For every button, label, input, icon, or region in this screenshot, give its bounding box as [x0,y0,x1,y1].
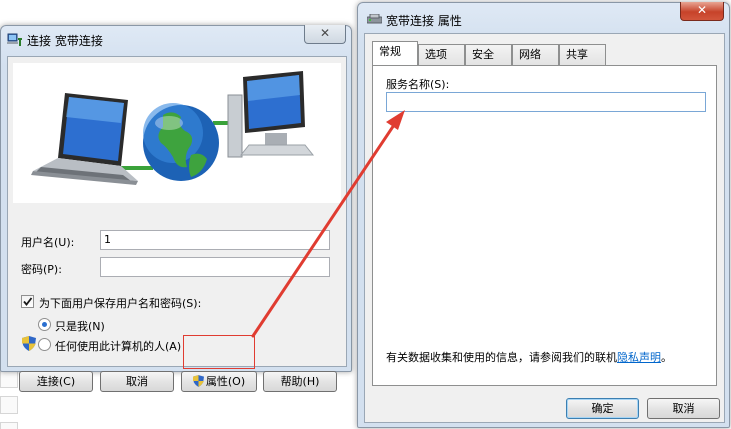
privacy-info-suffix: 。 [661,351,672,364]
username-value: 1 [104,233,111,246]
properties-dialog-body: 常规 选项 安全 网络 共享 服务名称(S): 有关数据收集和使用的信息，请参阅… [364,33,725,423]
privacy-statement-link[interactable]: 隐私声明 [617,351,661,364]
globe-icon [143,103,219,181]
connect-dialog: 连接 宽带连接 ✕ 用户名(U): 1 密码(P): 为下面用户保存用户名和密码… [0,25,352,392]
username-label: 用户名(U): [21,236,75,249]
desktop-cell [0,396,18,414]
tab-general[interactable]: 常规 [372,41,418,65]
desktop-cell [0,422,18,429]
modem-icon [366,13,383,24]
ok-button[interactable]: 确定 [566,398,639,419]
password-label: 密码(P): [21,263,62,276]
properties-dialog: 宽带连接 属性 ✕ 常规 选项 安全 网络 共享 服务名称(S): 有关数据收集… [357,2,730,428]
tab-network[interactable]: 网络 [512,44,559,65]
connect-dialog-close-button[interactable]: ✕ [304,25,346,44]
properties-dialog-title: 宽带连接 属性 [386,14,462,28]
service-name-label: 服务名称(S): [386,78,450,91]
tab-security[interactable]: 安全 [465,44,512,65]
anyone-radio[interactable] [38,338,51,351]
desktop-cell [0,370,18,388]
general-tab-panel: 服务名称(S): 有关数据收集和使用的信息，请参阅我们的联机隐私声明。 [372,65,717,386]
connect-dialog-title: 连接 宽带连接 [27,34,103,48]
cancel-button[interactable]: 取消 [100,371,174,392]
uac-shield-icon [192,374,204,387]
password-input[interactable] [100,257,330,277]
close-icon: ✕ [696,3,708,17]
save-credentials-label: 为下面用户保存用户名和密码(S): [39,297,202,310]
uac-shield-icon [22,336,36,351]
username-input[interactable]: 1 [100,230,330,250]
properties-button-label: 属性(O) [205,375,246,388]
desktop-computer-icon [227,71,315,158]
highlight-box [183,335,255,369]
properties-dialog-close-button[interactable]: ✕ [680,2,724,21]
privacy-info-prefix: 有关数据收集和使用的信息，请参阅我们的联机 [386,351,617,364]
connect-dialog-body: 用户名(U): 1 密码(P): 为下面用户保存用户名和密码(S): 只是我(N… [7,56,347,392]
network-connection-icon [7,33,23,47]
network-illustration [13,63,341,203]
service-name-input[interactable] [386,92,706,112]
help-button[interactable]: 帮助(H) [263,371,337,392]
save-credentials-checkbox[interactable] [21,295,34,308]
tab-options[interactable]: 选项 [418,44,465,65]
only-me-label: 只是我(N) [55,320,105,333]
tab-sharing[interactable]: 共享 [559,44,606,65]
close-icon: ✕ [319,26,331,40]
radio-selected-dot [42,322,47,327]
anyone-label: 任何使用此计算机的人(A) [55,340,182,353]
only-me-radio[interactable] [38,318,51,331]
properties-button[interactable]: 属性(O) [181,371,257,392]
properties-cancel-button[interactable]: 取消 [647,398,720,419]
checkmark-icon [23,297,33,306]
connect-button[interactable]: 连接(C) [19,371,93,392]
privacy-info-text: 有关数据收集和使用的信息，请参阅我们的联机隐私声明。 [386,349,672,365]
laptop-icon [31,93,138,185]
